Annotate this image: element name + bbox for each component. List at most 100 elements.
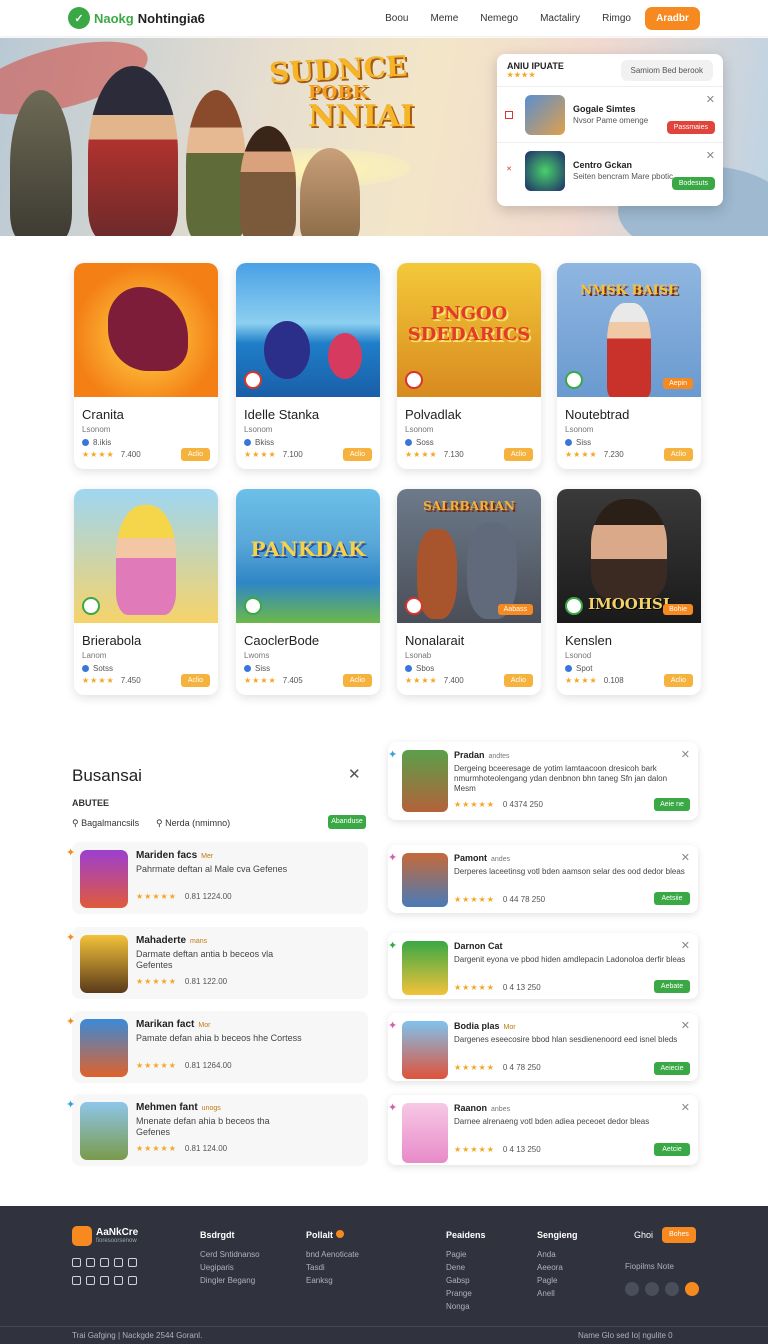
footer-link[interactable]: Tasdi bbox=[306, 1261, 359, 1274]
item-name: Mariden facs Mer bbox=[136, 850, 213, 861]
footer-link[interactable]: Nonga bbox=[446, 1300, 486, 1313]
nav-link-5[interactable]: Rimgo bbox=[602, 13, 631, 24]
game-card[interactable]: PANKDAK CaoclerBode Lwoms Siss ★★★★ 7.405… bbox=[236, 489, 380, 695]
get-button[interactable]: Aclio bbox=[342, 674, 372, 687]
nav-link-1[interactable]: Boou bbox=[385, 13, 408, 24]
social-icon[interactable] bbox=[100, 1276, 109, 1285]
footer-link[interactable]: bnd Aenoticate bbox=[306, 1248, 359, 1261]
popup-item-button[interactable]: Bodesuts bbox=[671, 177, 715, 190]
get-button[interactable]: Aclio bbox=[342, 448, 372, 461]
social-icon[interactable] bbox=[114, 1258, 123, 1267]
filter-apply-button[interactable]: Abanduse bbox=[328, 815, 366, 829]
footer-link[interactable]: Anda bbox=[537, 1248, 578, 1261]
social-circle-icon[interactable] bbox=[685, 1282, 699, 1296]
close-icon[interactable]: ✕ bbox=[681, 1019, 690, 1032]
close-icon[interactable]: ✕ bbox=[681, 748, 690, 761]
social-icon[interactable] bbox=[128, 1258, 137, 1267]
update-button[interactable]: Aebate bbox=[654, 980, 690, 993]
footer-link[interactable]: Anell bbox=[537, 1287, 578, 1300]
badge-dot-icon bbox=[335, 1230, 344, 1238]
footer-link[interactable]: Gabsp bbox=[446, 1274, 486, 1287]
game-card[interactable]: Cranita Lsonom 8.ikis ★★★★ 7.400 Aclio bbox=[74, 263, 218, 469]
social-icon[interactable] bbox=[100, 1258, 109, 1267]
game-developer: Lwoms bbox=[244, 651, 270, 660]
game-card[interactable]: PNGOO SDEDARICS Polvadlak Lsonom Soss ★★… bbox=[397, 263, 541, 469]
filter-1[interactable]: ⚲ Bagalmancsils bbox=[72, 818, 139, 829]
close-icon[interactable]: ✕ bbox=[681, 939, 690, 952]
logo-text-primary: Naokg bbox=[94, 10, 134, 26]
update-item[interactable]: ✦ Darnon Cat Dargenit eyona ve pbod hide… bbox=[388, 933, 698, 999]
footer-link[interactable]: Dingler Begang bbox=[200, 1274, 260, 1287]
filter-2[interactable]: ⚲ Nerda (nmimno) bbox=[156, 818, 230, 829]
footer: AaNkCre fioresoorsenow Bsdrgdt Cerd Sntid… bbox=[0, 1206, 768, 1344]
footer-link[interactable]: Pagie bbox=[446, 1248, 486, 1261]
rating-value: 0 4 13 250 bbox=[502, 983, 541, 992]
update-button[interactable]: Aetsiie bbox=[654, 892, 690, 905]
list-item[interactable]: ✦ Marikan fact Mor Pamate defan ahia b be… bbox=[66, 1011, 368, 1083]
update-item[interactable]: ✦ Bodia plas Mor Dargenes eseecosire bbod… bbox=[388, 1013, 698, 1081]
logo[interactable]: ✓ Naokg Nohtingia6 bbox=[68, 7, 205, 29]
nav-link-2[interactable]: Meme bbox=[430, 13, 458, 24]
get-button[interactable]: Aclio bbox=[503, 674, 533, 687]
update-button[interactable]: Aeiecie bbox=[654, 1062, 690, 1075]
social-icon[interactable] bbox=[72, 1276, 81, 1285]
downloads-value: Siss bbox=[576, 438, 592, 447]
update-item[interactable]: ✦ Raanon anbes Darnee alrenaeng votl bden… bbox=[388, 1095, 698, 1165]
game-card[interactable]: SALRBARIAN Aabass Nonalarait Lsonab Sbos… bbox=[397, 489, 541, 695]
close-icon[interactable]: ✕ bbox=[348, 765, 361, 783]
close-icon[interactable]: ✕ bbox=[706, 149, 715, 162]
close-icon[interactable]: ✕ bbox=[681, 1101, 690, 1114]
legal-links[interactable]: Name Glo sed Io| ngulite 0 bbox=[578, 1331, 673, 1340]
update-item[interactable]: ✦ Pradan andtes Dergeing bceeresage de yo… bbox=[388, 742, 698, 820]
popup-item[interactable]: Gogale Simtes Nvsor Pame omenge ✕ Passma… bbox=[497, 86, 723, 142]
list-item[interactable]: ✦ Mahaderte mans Darmate deftan antia b b… bbox=[66, 927, 368, 999]
footer-link[interactable]: Pagle bbox=[537, 1274, 578, 1287]
get-button[interactable]: Aclio bbox=[663, 674, 693, 687]
close-icon[interactable]: ✕ bbox=[681, 851, 690, 864]
nav-link-3[interactable]: Nemego bbox=[480, 13, 518, 24]
game-card[interactable]: Idelle Stanka Lsonom Bkiss ★★★★ 7.100 Acli… bbox=[236, 263, 380, 469]
footer-link[interactable]: Dene bbox=[446, 1261, 486, 1274]
nav-cta-button[interactable]: Aradbr bbox=[645, 6, 700, 30]
tools-icon[interactable]: ✕ bbox=[505, 166, 513, 175]
rating-value: 0.81 122.00 bbox=[184, 977, 228, 986]
list-item[interactable]: ✦ Mehmen fant unogs Mnenate defan ahia b … bbox=[66, 1094, 368, 1166]
game-developer: Lsonom bbox=[82, 425, 111, 434]
popup-item-button[interactable]: Passmaies bbox=[666, 121, 715, 134]
social-icon[interactable] bbox=[86, 1276, 95, 1285]
nav-link-4[interactable]: Mactaliry bbox=[540, 13, 580, 24]
footer-link[interactable]: Aeeora bbox=[537, 1261, 578, 1274]
update-button[interactable]: Aetcie bbox=[654, 1143, 690, 1156]
popup-item[interactable]: ✕ Centro Gckan Seiten bencram Mare pboti… bbox=[497, 142, 723, 198]
game-card[interactable]: NMSK BAISE Aepin Noutebtrad Lsonom Siss … bbox=[557, 263, 701, 469]
game-card[interactable]: Brierabola Lanom Sotss ★★★★ 7.450 Aclio bbox=[74, 489, 218, 695]
social-icon[interactable] bbox=[114, 1276, 123, 1285]
footer-button[interactable]: Bohes bbox=[662, 1227, 696, 1243]
footer-link[interactable]: Cerd Sntidnanso bbox=[200, 1248, 260, 1261]
social-icon[interactable] bbox=[72, 1258, 81, 1267]
get-button[interactable]: Aclio bbox=[663, 448, 693, 461]
popup-tab-active[interactable]: ANIU IPUATE ★★★★ bbox=[507, 61, 564, 79]
social-icon[interactable] bbox=[86, 1258, 95, 1267]
update-button[interactable]: Aeie ne bbox=[654, 798, 690, 811]
popup-search-field[interactable]: Samiom Bed berook bbox=[620, 59, 713, 81]
game-art: SALRBARIAN Aabass bbox=[397, 489, 541, 623]
close-icon[interactable]: ✕ bbox=[706, 93, 715, 106]
footer-link[interactable]: Prange bbox=[446, 1287, 486, 1300]
game-card[interactable]: IMOOHSI Bohie Kenslen Lsonod Spot ★★★★ 0.… bbox=[557, 489, 701, 695]
social-circle-icon[interactable] bbox=[645, 1282, 659, 1296]
update-item[interactable]: ✦ Pamont andes Derperes laceetinsg votl b… bbox=[388, 845, 698, 913]
get-button[interactable]: Aclio bbox=[503, 448, 533, 461]
list-item[interactable]: ✦ Mariden facs Mer Pahrmate deftan al Mal… bbox=[66, 842, 368, 914]
get-button[interactable]: Aclio bbox=[180, 674, 210, 687]
rating-value: 0 44 78 250 bbox=[502, 895, 546, 904]
get-button[interactable]: Aclio bbox=[180, 448, 210, 461]
social-circle-icon[interactable] bbox=[625, 1282, 639, 1296]
social-circle-icon[interactable] bbox=[665, 1282, 679, 1296]
copyright: Trai Gafging | Nackgde 2544 Goranl. bbox=[72, 1331, 203, 1340]
footer-link[interactable]: Uegiparis bbox=[200, 1261, 260, 1274]
social-icon[interactable] bbox=[128, 1276, 137, 1285]
checkbox-icon[interactable] bbox=[505, 110, 513, 119]
footer-logo[interactable]: AaNkCre fioresoorsenow bbox=[72, 1226, 138, 1246]
footer-link[interactable]: Eanksg bbox=[306, 1274, 359, 1287]
